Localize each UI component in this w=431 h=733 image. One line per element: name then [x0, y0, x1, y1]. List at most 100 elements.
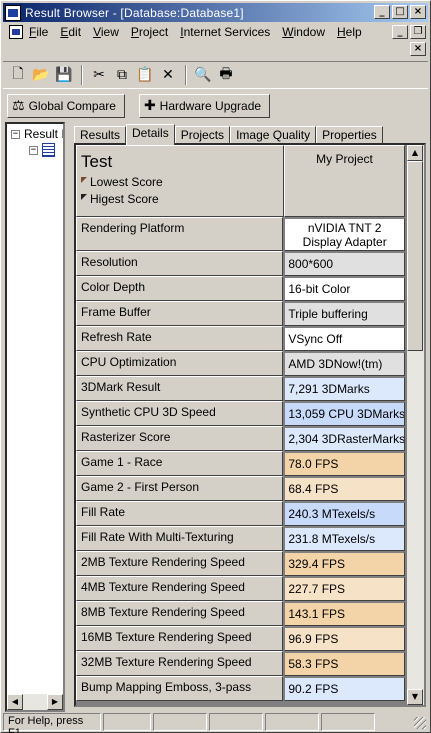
open-icon[interactable]: 📂 [30, 64, 52, 86]
row-value[interactable]: 2,304 3DRasterMarks [284, 427, 405, 451]
menu-project[interactable]: Project [131, 25, 176, 39]
tree-root-item[interactable]: − Result I [11, 127, 65, 141]
save-icon[interactable]: 💾 [53, 64, 75, 86]
tree-pane[interactable]: − Result I − ◀ ▶ [5, 122, 65, 712]
close-button[interactable]: × [410, 5, 426, 19]
row-value[interactable]: 96.9 FPS [284, 627, 405, 651]
row-label: Frame Buffer [76, 301, 284, 326]
upgrade-icon: ✚ [143, 98, 156, 114]
hardware-upgrade-button[interactable]: ✚ Hardware Upgrade [138, 94, 271, 118]
table-row[interactable]: 4MB Texture Rendering Speed 227.7 FPS [76, 576, 405, 601]
table-row[interactable]: Rasterizer Score 2,304 3DRasterMarks [76, 426, 405, 451]
compare-toolbar: ⚖ Global Compare ✚ Hardware Upgrade [3, 91, 428, 121]
row-value[interactable]: 13,059 CPU 3DMarks [284, 402, 405, 426]
table-row[interactable]: Rendering Platform nVIDIA TNT 2 Display A… [76, 217, 405, 251]
tree-child-item[interactable]: − [29, 143, 55, 157]
row-value[interactable]: 240.3 MTexels/s [284, 502, 405, 526]
minimize-button[interactable]: _ [374, 5, 390, 19]
row-value[interactable]: 227.7 FPS [284, 577, 405, 601]
row-value[interactable]: 90.2 FPS [284, 677, 405, 701]
scroll-down-icon[interactable]: ▼ [407, 689, 423, 705]
project-column-header[interactable]: My Project [284, 145, 405, 217]
resize-grip-icon[interactable] [414, 717, 426, 729]
menu-view[interactable]: View [93, 25, 127, 39]
row-value[interactable]: VSync Off [284, 327, 405, 351]
row-value[interactable]: 7,291 3DMarks [284, 377, 405, 401]
row-label: Game 1 - Race [76, 451, 284, 476]
table-row[interactable]: Game 1 - Race 78.0 FPS [76, 451, 405, 476]
scroll-up-icon[interactable]: ▲ [407, 145, 423, 161]
highest-score-label: Higest Score [90, 192, 159, 206]
table-row[interactable]: 2MB Texture Rendering Speed 329.4 FPS [76, 551, 405, 576]
collapse-icon[interactable]: − [11, 129, 20, 139]
table-row[interactable]: Synthetic CPU 3D Speed 13,059 CPU 3DMarks [76, 401, 405, 426]
row-value[interactable]: Triple buffering [284, 302, 405, 326]
document-icon[interactable] [9, 25, 23, 39]
grid-vertical-scrollbar[interactable]: ▲ ▼ [407, 145, 424, 705]
window-title: Result Browser - [Database:Database1] [25, 5, 244, 20]
main-window: Result Browser - [Database:Database1] _ … [0, 0, 431, 733]
child-restore-button[interactable]: ❐ [410, 25, 426, 39]
title-bar[interactable]: Result Browser - [Database:Database1] _ … [3, 3, 428, 22]
compare-icon: ⚖ [12, 98, 25, 114]
new-icon[interactable]: 🗋 [7, 64, 29, 86]
child-close-button[interactable]: × [410, 42, 426, 56]
table-row[interactable]: CPU Optimization AMD 3DNow!(tm) [76, 351, 405, 376]
lowest-marker-icon [81, 177, 87, 183]
row-label: Rendering Platform [76, 217, 284, 251]
grid-header-test: Test Lowest Score Higest Score [76, 145, 284, 217]
toolbar-separator [81, 65, 83, 85]
menu-edit[interactable]: Edit [60, 25, 89, 39]
row-label: 2MB Texture Rendering Speed [76, 551, 284, 576]
table-row[interactable]: 8MB Texture Rendering Speed 143.1 FPS [76, 601, 405, 626]
table-row[interactable]: Bump Mapping Emboss, 3-pass 90.2 FPS [76, 676, 405, 701]
row-value[interactable]: 58.3 FPS [284, 652, 405, 676]
copy-icon[interactable]: ⧉ [111, 64, 133, 86]
tab-strip: Results Details Projects Image Quality P… [74, 124, 383, 145]
scroll-thumb[interactable] [407, 161, 423, 351]
tab-results[interactable]: Results [74, 126, 127, 144]
app-icon[interactable] [5, 4, 21, 21]
delete-icon[interactable]: ✕ [157, 64, 179, 86]
menu-window[interactable]: Window [282, 25, 333, 39]
row-value[interactable]: 78.0 FPS [284, 452, 405, 476]
tab-image-quality[interactable]: Image Quality [230, 126, 317, 144]
table-row[interactable]: Fill Rate 240.3 MTexels/s [76, 501, 405, 526]
paste-icon[interactable]: 📋 [134, 64, 156, 86]
table-row[interactable]: 3DMark Result 7,291 3DMarks [76, 376, 405, 401]
scroll-right-icon[interactable]: ▶ [47, 694, 63, 710]
scroll-left-icon[interactable]: ◀ [7, 694, 23, 710]
row-value[interactable]: 231.8 MTexels/s [284, 527, 405, 551]
tree-root-label: Result I [24, 127, 65, 141]
row-value[interactable]: nVIDIA TNT 2 Display Adapter [284, 218, 405, 251]
tab-properties[interactable]: Properties [316, 126, 383, 144]
table-row[interactable]: 16MB Texture Rendering Speed 96.9 FPS [76, 626, 405, 651]
print-icon[interactable]: 🖶 [215, 64, 237, 86]
maximize-button[interactable]: □ [392, 5, 408, 19]
table-row[interactable]: 32MB Texture Rendering Speed 58.3 FPS [76, 651, 405, 676]
row-value[interactable]: 143.1 FPS [284, 602, 405, 626]
row-label: Bump Mapping Emboss, 3-pass [76, 676, 284, 701]
table-row[interactable]: Resolution 800*600 [76, 251, 405, 276]
menu-file[interactable]: File [29, 25, 56, 39]
row-value[interactable]: 329.4 FPS [284, 552, 405, 576]
table-row[interactable]: Fill Rate With Multi-Texturing 231.8 MTex… [76, 526, 405, 551]
tab-projects[interactable]: Projects [174, 126, 231, 144]
row-value[interactable]: 68.4 FPS [284, 477, 405, 501]
table-row[interactable]: Game 2 - First Person 68.4 FPS [76, 476, 405, 501]
row-value[interactable]: 800*600 [284, 252, 405, 276]
row-value[interactable]: 16-bit Color [284, 277, 405, 301]
cut-icon[interactable]: ✂ [88, 64, 110, 86]
tab-details[interactable]: Details [126, 124, 175, 145]
menu-help[interactable]: Help [337, 25, 370, 39]
menu-internet-services[interactable]: Internet Services [180, 25, 278, 39]
row-value[interactable]: AMD 3DNow!(tm) [284, 352, 405, 376]
table-row[interactable]: Refresh Rate VSync Off [76, 326, 405, 351]
collapse-icon[interactable]: − [29, 145, 38, 155]
tree-horizontal-scrollbar[interactable]: ◀ ▶ [7, 694, 63, 710]
global-compare-button[interactable]: ⚖ Global Compare [7, 94, 125, 118]
print-preview-icon[interactable]: 🔍 [192, 64, 214, 86]
table-row[interactable]: Color Depth 16-bit Color [76, 276, 405, 301]
table-row[interactable]: Frame Buffer Triple buffering [76, 301, 405, 326]
child-minimize-button[interactable]: _ [392, 25, 408, 39]
